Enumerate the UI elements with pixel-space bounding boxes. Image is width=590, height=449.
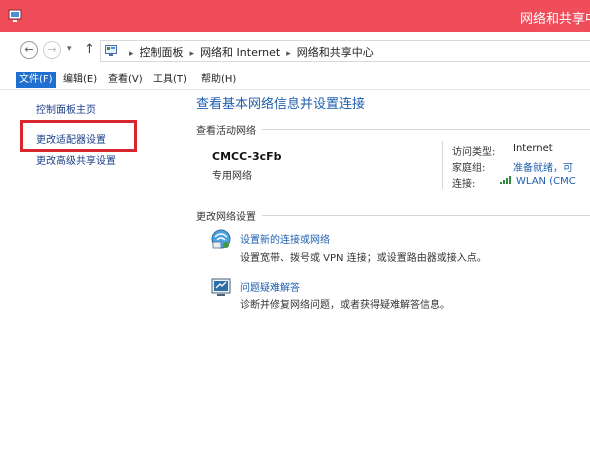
access-type-label: 访问类型: [452, 147, 496, 158]
access-type-value: Internet [513, 143, 553, 154]
recent-locations-dropdown[interactable]: ▾ [67, 44, 72, 54]
sidebar-item-change-advanced-sharing[interactable]: 更改高级共享设置 [36, 152, 116, 167]
menu-view[interactable]: 查看(V) [105, 72, 146, 88]
page-title: 查看基本网络信息并设置连接 [196, 97, 366, 112]
menu-help[interactable]: 帮助(H) [198, 72, 239, 88]
menu-edit[interactable]: 编辑(E) [60, 72, 100, 88]
address-bar: ← → ▾ ↑ ▸ 控制面板 ▸ 网络和 Internet ▸ 网络和共享中心 [0, 38, 590, 64]
sidebar-item-control-panel-home[interactable]: 控制面板主页 [36, 101, 96, 116]
troubleshoot-problems-description: 诊断并修复网络问题，或者获得疑难解答信息。 [240, 300, 450, 311]
troubleshoot-icon [211, 278, 231, 296]
up-button[interactable]: ↑ [84, 42, 95, 57]
title-bar: 网络和共享中心 [0, 0, 590, 32]
highlight-annotation [20, 120, 137, 152]
setup-new-connection-description: 设置宽带、拨号或 VPN 连接；或设置路由器或接入点。 [240, 253, 487, 264]
active-networks-heading: 查看活动网络 [196, 126, 256, 137]
menu-tools[interactable]: 工具(T) [150, 72, 190, 88]
breadcrumb[interactable]: ▸ 控制面板 ▸ 网络和 Internet ▸ 网络和共享中心 [100, 40, 590, 62]
network-type: 专用网络 [212, 171, 252, 182]
wlan-connection-label: WLAN (CMC [516, 176, 576, 187]
forward-button[interactable]: → [43, 41, 61, 59]
section-divider [262, 215, 590, 216]
back-button[interactable]: ← [20, 41, 38, 59]
breadcrumb-network-sharing-center[interactable]: 网络和共享中心 [297, 46, 374, 59]
control-panel-icon [105, 45, 117, 56]
menu-bar: 文件(F) 编辑(E) 查看(V) 工具(T) 帮助(H) [0, 70, 590, 90]
breadcrumb-control-panel[interactable]: 控制面板 [140, 46, 184, 59]
setup-new-connection-link[interactable]: 设置新的连接或网络 [240, 231, 330, 246]
vertical-divider [442, 141, 443, 189]
breadcrumb-separator: ▸ [129, 49, 134, 59]
section-divider [262, 129, 590, 130]
network-name: CMCC-3cFb [212, 150, 282, 163]
breadcrumb-network-internet[interactable]: 网络和 Internet [200, 46, 280, 59]
breadcrumb-separator: ▸ [286, 49, 291, 59]
window-title: 网络和共享中心 [520, 12, 590, 27]
troubleshoot-problems-link[interactable]: 问题疑难解答 [240, 279, 300, 294]
network-center-icon [8, 9, 22, 22]
wlan-connection-link[interactable]: WLAN (CMC [500, 175, 576, 187]
menu-file[interactable]: 文件(F) [16, 72, 56, 88]
network-setup-icon [211, 229, 231, 249]
connection-label: 连接: [452, 179, 476, 190]
breadcrumb-separator: ▸ [189, 49, 195, 59]
homegroup-label: 家庭组: [452, 163, 486, 174]
change-settings-heading: 更改网络设置 [196, 212, 256, 223]
homegroup-link[interactable]: 准备就绪，可 [513, 159, 573, 174]
wifi-signal-icon [500, 176, 511, 184]
